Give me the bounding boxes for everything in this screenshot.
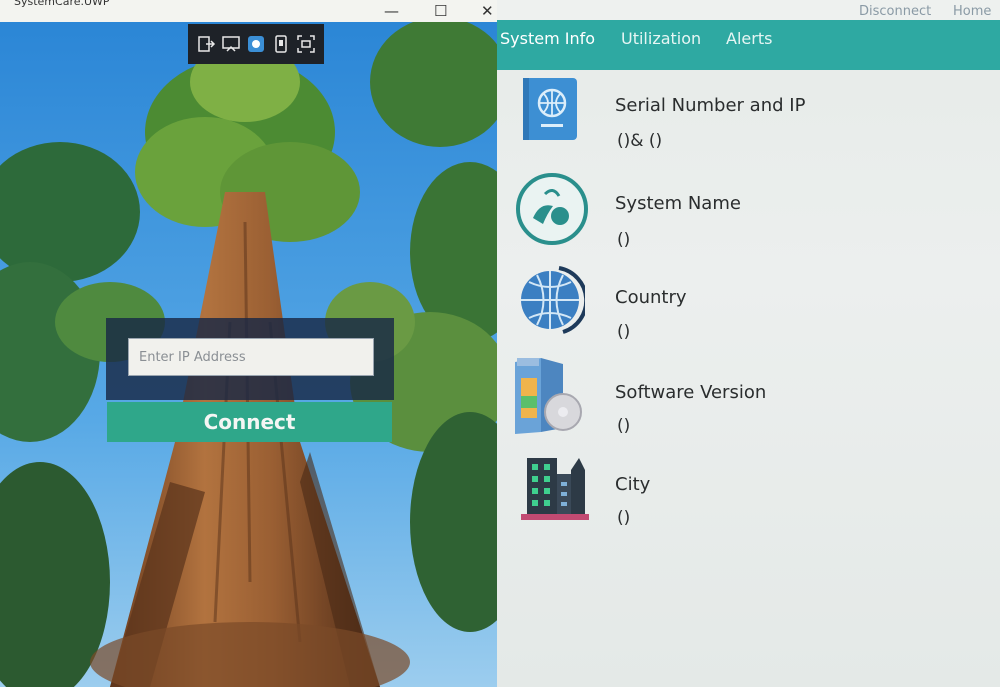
info-value: () <box>617 230 631 250</box>
minimize-button[interactable]: — <box>384 1 399 21</box>
tab-system-info[interactable]: System Info <box>500 29 595 48</box>
city-icon <box>521 458 589 520</box>
window-titlebar: SystemCare.UWP — ☐ ✕ <box>0 0 500 22</box>
info-label: System Name <box>615 193 741 214</box>
info-item-system-name: System Name () <box>497 170 1000 260</box>
info-item-city: City () <box>497 452 1000 542</box>
cast-icon[interactable] <box>221 34 241 54</box>
window-title: SystemCare.UWP <box>14 0 110 8</box>
exit-icon[interactable] <box>196 34 216 54</box>
floating-toolbar <box>188 24 324 64</box>
info-value: () <box>617 508 631 528</box>
connect-button[interactable]: Connect <box>107 402 392 442</box>
ip-address-input[interactable] <box>128 338 374 376</box>
info-value: ()& () <box>617 131 663 151</box>
passport-icon <box>523 78 577 140</box>
screenshot-icon[interactable] <box>296 34 316 54</box>
info-label: Software Version <box>615 382 767 403</box>
tab-utilization[interactable]: Utilization <box>621 29 701 48</box>
software-box-icon <box>515 358 582 434</box>
info-value: () <box>617 416 631 436</box>
disconnect-link[interactable]: Disconnect <box>859 4 931 19</box>
info-label: Country <box>615 287 687 308</box>
maximize-button[interactable]: ☐ <box>434 1 447 21</box>
login-window: SystemCare.UWP — ☐ ✕ Connect <box>0 0 500 687</box>
tab-alerts[interactable]: Alerts <box>726 29 772 48</box>
close-button[interactable]: ✕ <box>481 1 494 21</box>
phone-icon[interactable] <box>271 34 291 54</box>
tab-bar: System Info Utilization Alerts <box>497 20 1000 70</box>
record-icon[interactable] <box>246 34 266 54</box>
top-nav-bar: Disconnect Home <box>497 0 1000 22</box>
info-value: () <box>617 322 631 342</box>
baby-icon <box>516 173 588 245</box>
info-item-software-version: Software Version () <box>497 356 1000 446</box>
system-info-window: Disconnect Home System Info Utilization … <box>497 0 1000 687</box>
globe-icon <box>521 266 585 334</box>
home-link[interactable]: Home <box>953 4 991 19</box>
info-item-country: Country () <box>497 266 1000 356</box>
info-label: Serial Number and IP <box>615 95 806 116</box>
info-item-serial: Serial Number and IP ()& () <box>497 74 1000 164</box>
info-label: City <box>615 474 651 495</box>
